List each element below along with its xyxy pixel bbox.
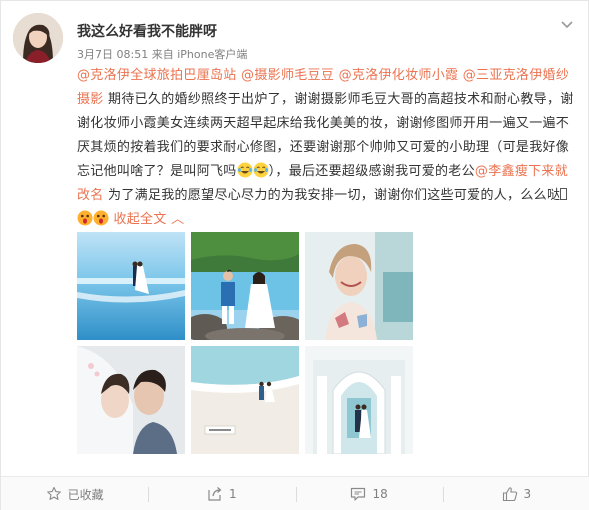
chevron-down-icon[interactable] xyxy=(558,15,576,33)
favorite-label: 已收藏 xyxy=(67,487,104,502)
laugh-cry-icon xyxy=(253,162,269,178)
bride-portrait-photo[interactable] xyxy=(305,232,413,340)
post-text: @克洛伊全球旅拍巴厘岛站 @摄影师毛豆豆 @克洛伊化妆师小霞 @三亚克洛伊婚纱摄… xyxy=(77,64,575,232)
shocked-icon xyxy=(93,210,109,226)
mention-link[interactable]: @克洛伊全球旅拍巴厘岛站 xyxy=(77,68,237,83)
source-prefix: 来自 xyxy=(151,48,174,61)
action-bar: 已收藏 1 18 3 xyxy=(1,476,589,510)
veil-couple-photo[interactable] xyxy=(77,346,185,454)
comment-count: 18 xyxy=(372,487,388,501)
laugh-cry-icon xyxy=(237,162,253,178)
white-chapel-photo[interactable] xyxy=(305,346,413,454)
shocked-icon xyxy=(77,210,93,226)
username[interactable]: 我这么好看我不能胖呀 xyxy=(77,21,217,41)
star-icon xyxy=(46,486,62,502)
missing-glyph xyxy=(560,188,568,200)
like-count: 3 xyxy=(523,487,532,501)
comment-button[interactable]: 18 xyxy=(295,477,443,510)
thumbs-up-icon xyxy=(502,486,518,502)
post-body-text: ），最后还要超级感谢我可爱的老公 xyxy=(268,164,475,179)
mention-link[interactable]: @摄影师毛豆豆 xyxy=(241,68,334,83)
source: iPhone客户端 xyxy=(177,48,248,61)
post-meta: 3月7日 08:51 来自 iPhone客户端 xyxy=(77,46,247,62)
rock-shore-couple-photo[interactable] xyxy=(191,232,299,340)
post-body-text: 为了满足我的愿望尽心尽力的为我安排一切，谢谢你们这些可爱的人，么么哒 xyxy=(103,188,561,203)
avatar[interactable] xyxy=(13,13,63,63)
repost-button[interactable]: 1 xyxy=(148,477,295,510)
mention-link[interactable]: @克洛伊化妆师小霞 xyxy=(339,68,459,83)
comment-icon xyxy=(350,486,366,502)
timestamp[interactable]: 3月7日 08:51 xyxy=(77,48,148,61)
favorite-button[interactable]: 已收藏 xyxy=(1,477,148,510)
beach-couple-photo[interactable] xyxy=(77,232,185,340)
repost-icon xyxy=(207,486,223,502)
sand-beach-photo[interactable] xyxy=(191,346,299,454)
repost-count: 1 xyxy=(229,487,237,501)
weibo-post-card: 我这么好看我不能胖呀 3月7日 08:51 来自 iPhone客户端 @克洛伊全… xyxy=(0,0,589,510)
like-button[interactable]: 3 xyxy=(442,477,589,510)
collapse-text-link[interactable]: 收起全文 ︿ xyxy=(113,212,184,227)
